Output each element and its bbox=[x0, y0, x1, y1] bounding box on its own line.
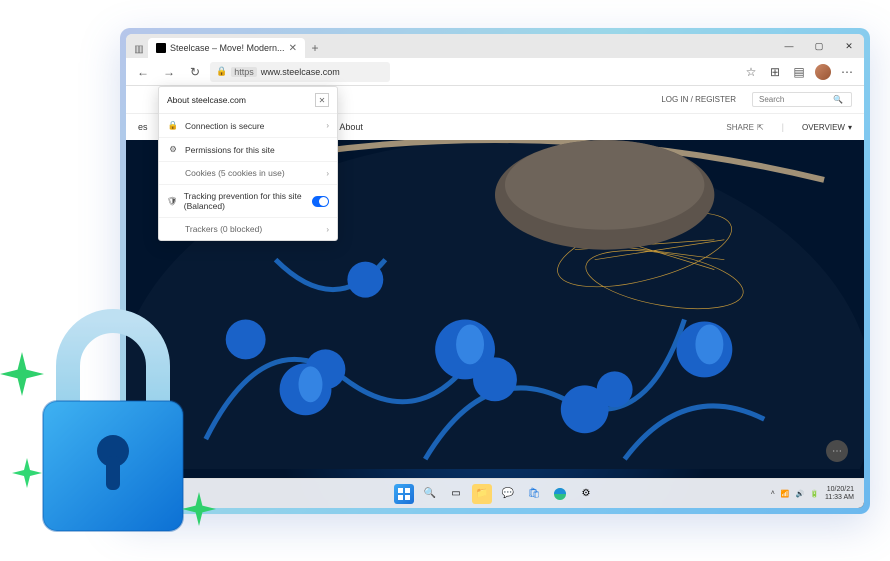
taskbar-search-icon[interactable]: 🔍 bbox=[420, 484, 440, 504]
start-button[interactable] bbox=[394, 484, 414, 504]
lock-icon: 🔒 bbox=[167, 120, 179, 131]
window-minimize-button[interactable]: — bbox=[774, 34, 804, 58]
extensions-button[interactable]: ⊞ bbox=[764, 61, 786, 83]
sparkle-icon bbox=[0, 352, 44, 396]
panel-row-cookies[interactable]: Cookies (5 cookies in use) › bbox=[159, 162, 337, 185]
panel-row-trackers[interactable]: Trackers (0 blocked) › bbox=[159, 218, 337, 240]
battery-icon[interactable]: 🔋 bbox=[810, 490, 819, 498]
url-protocol: https bbox=[231, 67, 257, 77]
site-info-panel: About steelcase.com ✕ 🔒 Connection is se… bbox=[158, 86, 338, 241]
windows-taskbar: 🔍 ▭ 📁 💬 🛍 ⚙ ˄ 📶 🔊 🔋 10/20/21 11:33 AM bbox=[126, 478, 864, 508]
nav-item[interactable]: es bbox=[138, 122, 148, 132]
system-tray[interactable]: ˄ 📶 🔊 🔋 10/20/21 11:33 AM bbox=[771, 486, 854, 501]
shield-icon: 🛡 bbox=[167, 196, 178, 207]
desktop-frame: ▥ Steelcase – Move! Modern... ✕ + — ▢ ✕ … bbox=[120, 28, 870, 514]
tab-active[interactable]: Steelcase – Move! Modern... ✕ bbox=[148, 38, 305, 58]
panel-title: About steelcase.com bbox=[167, 95, 246, 105]
hero-fab-button[interactable]: ⋯ bbox=[826, 440, 848, 462]
settings-icon[interactable]: ⚙ bbox=[576, 484, 596, 504]
taskbar-clock[interactable]: 10/20/21 11:33 AM bbox=[825, 486, 854, 501]
task-view-icon[interactable]: ▭ bbox=[446, 484, 466, 504]
back-button[interactable]: ← bbox=[132, 61, 154, 83]
favorites-button[interactable]: ☆ bbox=[740, 61, 762, 83]
tracking-toggle[interactable] bbox=[312, 196, 329, 207]
panel-close-button[interactable]: ✕ bbox=[315, 93, 329, 107]
sparkle-icon bbox=[12, 458, 42, 488]
new-tab-button[interactable]: + bbox=[305, 38, 325, 58]
chevron-right-icon: › bbox=[326, 225, 329, 234]
url-host: www.steelcase.com bbox=[261, 67, 340, 77]
favicon-icon bbox=[156, 43, 166, 53]
tab-strip: ▥ Steelcase – Move! Modern... ✕ + — ▢ ✕ bbox=[126, 34, 864, 58]
profile-button[interactable] bbox=[812, 61, 834, 83]
chevron-right-icon: › bbox=[326, 121, 329, 130]
chevron-down-icon: ▾ bbox=[848, 123, 852, 132]
nav-item[interactable]: About bbox=[339, 122, 363, 132]
edge-icon[interactable] bbox=[550, 484, 570, 504]
share-button[interactable]: SHARE ⇱ bbox=[726, 123, 763, 132]
window-maximize-button[interactable]: ▢ bbox=[804, 34, 834, 58]
panel-row-tracking[interactable]: 🛡 Tracking prevention for this site (Bal… bbox=[159, 185, 337, 218]
search-input[interactable] bbox=[759, 95, 829, 104]
window-controls: — ▢ ✕ bbox=[774, 34, 864, 58]
volume-icon[interactable]: 🔊 bbox=[796, 490, 805, 498]
url-bar[interactable]: 🔒 https www.steelcase.com bbox=[210, 62, 390, 82]
browser-toolbar: ← → ↻ 🔒 https www.steelcase.com ☆ ⊞ ▤ ⋯ bbox=[126, 58, 864, 86]
explorer-icon[interactable]: 📁 bbox=[472, 484, 492, 504]
store-icon[interactable]: 🛍 bbox=[524, 484, 544, 504]
overview-dropdown[interactable]: OVERVIEW ▾ bbox=[802, 123, 852, 132]
site-search[interactable]: 🔍 bbox=[752, 92, 852, 107]
reload-button[interactable]: ↻ bbox=[184, 61, 206, 83]
panel-row-connection[interactable]: 🔒 Connection is secure › bbox=[159, 114, 337, 138]
tab-close-icon[interactable]: ✕ bbox=[289, 43, 297, 54]
panel-row-permissions[interactable]: ⚙ Permissions for this site bbox=[159, 138, 337, 162]
window-close-button[interactable]: ✕ bbox=[834, 34, 864, 58]
tab-actions-icon[interactable]: ▥ bbox=[130, 40, 148, 58]
sparkle-icon bbox=[182, 492, 216, 526]
tab-title: Steelcase – Move! Modern... bbox=[170, 43, 285, 53]
share-icon: ⇱ bbox=[757, 123, 764, 132]
avatar-icon bbox=[815, 64, 831, 80]
browser-window: ▥ Steelcase – Move! Modern... ✕ + — ▢ ✕ … bbox=[126, 34, 864, 508]
tray-chevron-icon[interactable]: ˄ bbox=[771, 490, 775, 497]
wifi-icon[interactable]: 📶 bbox=[781, 490, 790, 498]
menu-button[interactable]: ⋯ bbox=[836, 61, 858, 83]
forward-button[interactable]: → bbox=[158, 61, 180, 83]
lock-icon: 🔒 bbox=[216, 66, 227, 77]
collections-button[interactable]: ▤ bbox=[788, 61, 810, 83]
chat-icon[interactable]: 💬 bbox=[498, 484, 518, 504]
login-link[interactable]: LOG IN / REGISTER bbox=[661, 95, 736, 104]
chevron-right-icon: › bbox=[326, 169, 329, 178]
permissions-icon: ⚙ bbox=[167, 144, 179, 155]
search-icon[interactable]: 🔍 bbox=[833, 95, 843, 104]
